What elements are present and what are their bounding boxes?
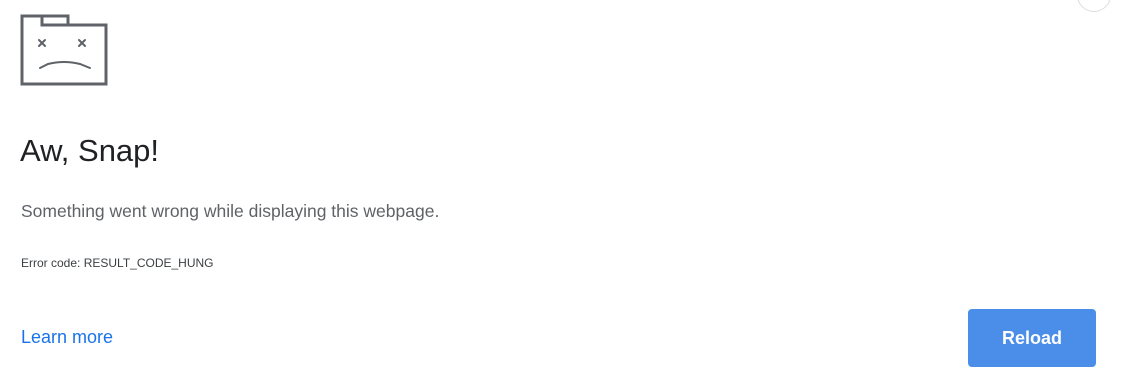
error-code: Error code: RESULT_CODE_HUNG — [21, 256, 214, 270]
learn-more-link[interactable]: Learn more — [21, 325, 113, 349]
sad-tab-icon — [20, 14, 108, 86]
reload-button[interactable]: Reload — [968, 309, 1096, 367]
corner-circle-control[interactable] — [1077, 0, 1111, 12]
error-heading: Aw, Snap! — [20, 133, 160, 168]
error-message: Something went wrong while displaying th… — [21, 201, 440, 221]
